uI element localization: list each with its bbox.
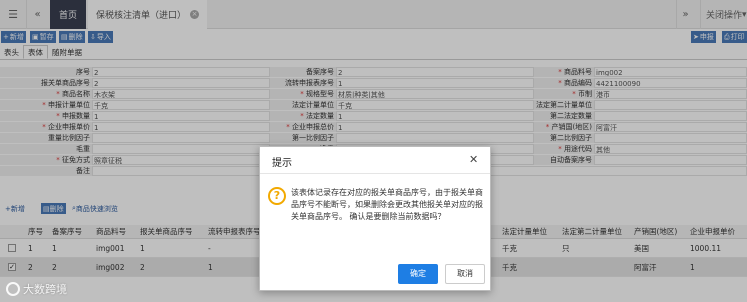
confirm-dialog: 提示 ✕ ? 该表体记录存在对应的报关单商品序号，由于报关单商品序号不能断号，如…	[259, 146, 491, 291]
watermark: 大数跨境	[6, 281, 67, 297]
confirm-button[interactable]: 确定	[398, 264, 438, 284]
divider	[260, 173, 490, 174]
dialog-message: 该表体记录存在对应的报关单商品序号，由于报关单商品序号不能断号，如果删除会更改其…	[291, 188, 483, 221]
question-icon: ?	[268, 187, 286, 205]
dialog-title: 提示	[272, 158, 292, 169]
watermark-text: 大数跨境	[23, 283, 67, 296]
close-icon[interactable]: ✕	[469, 153, 478, 166]
cancel-button[interactable]: 取消	[445, 264, 485, 284]
watermark-logo-icon	[6, 282, 20, 296]
